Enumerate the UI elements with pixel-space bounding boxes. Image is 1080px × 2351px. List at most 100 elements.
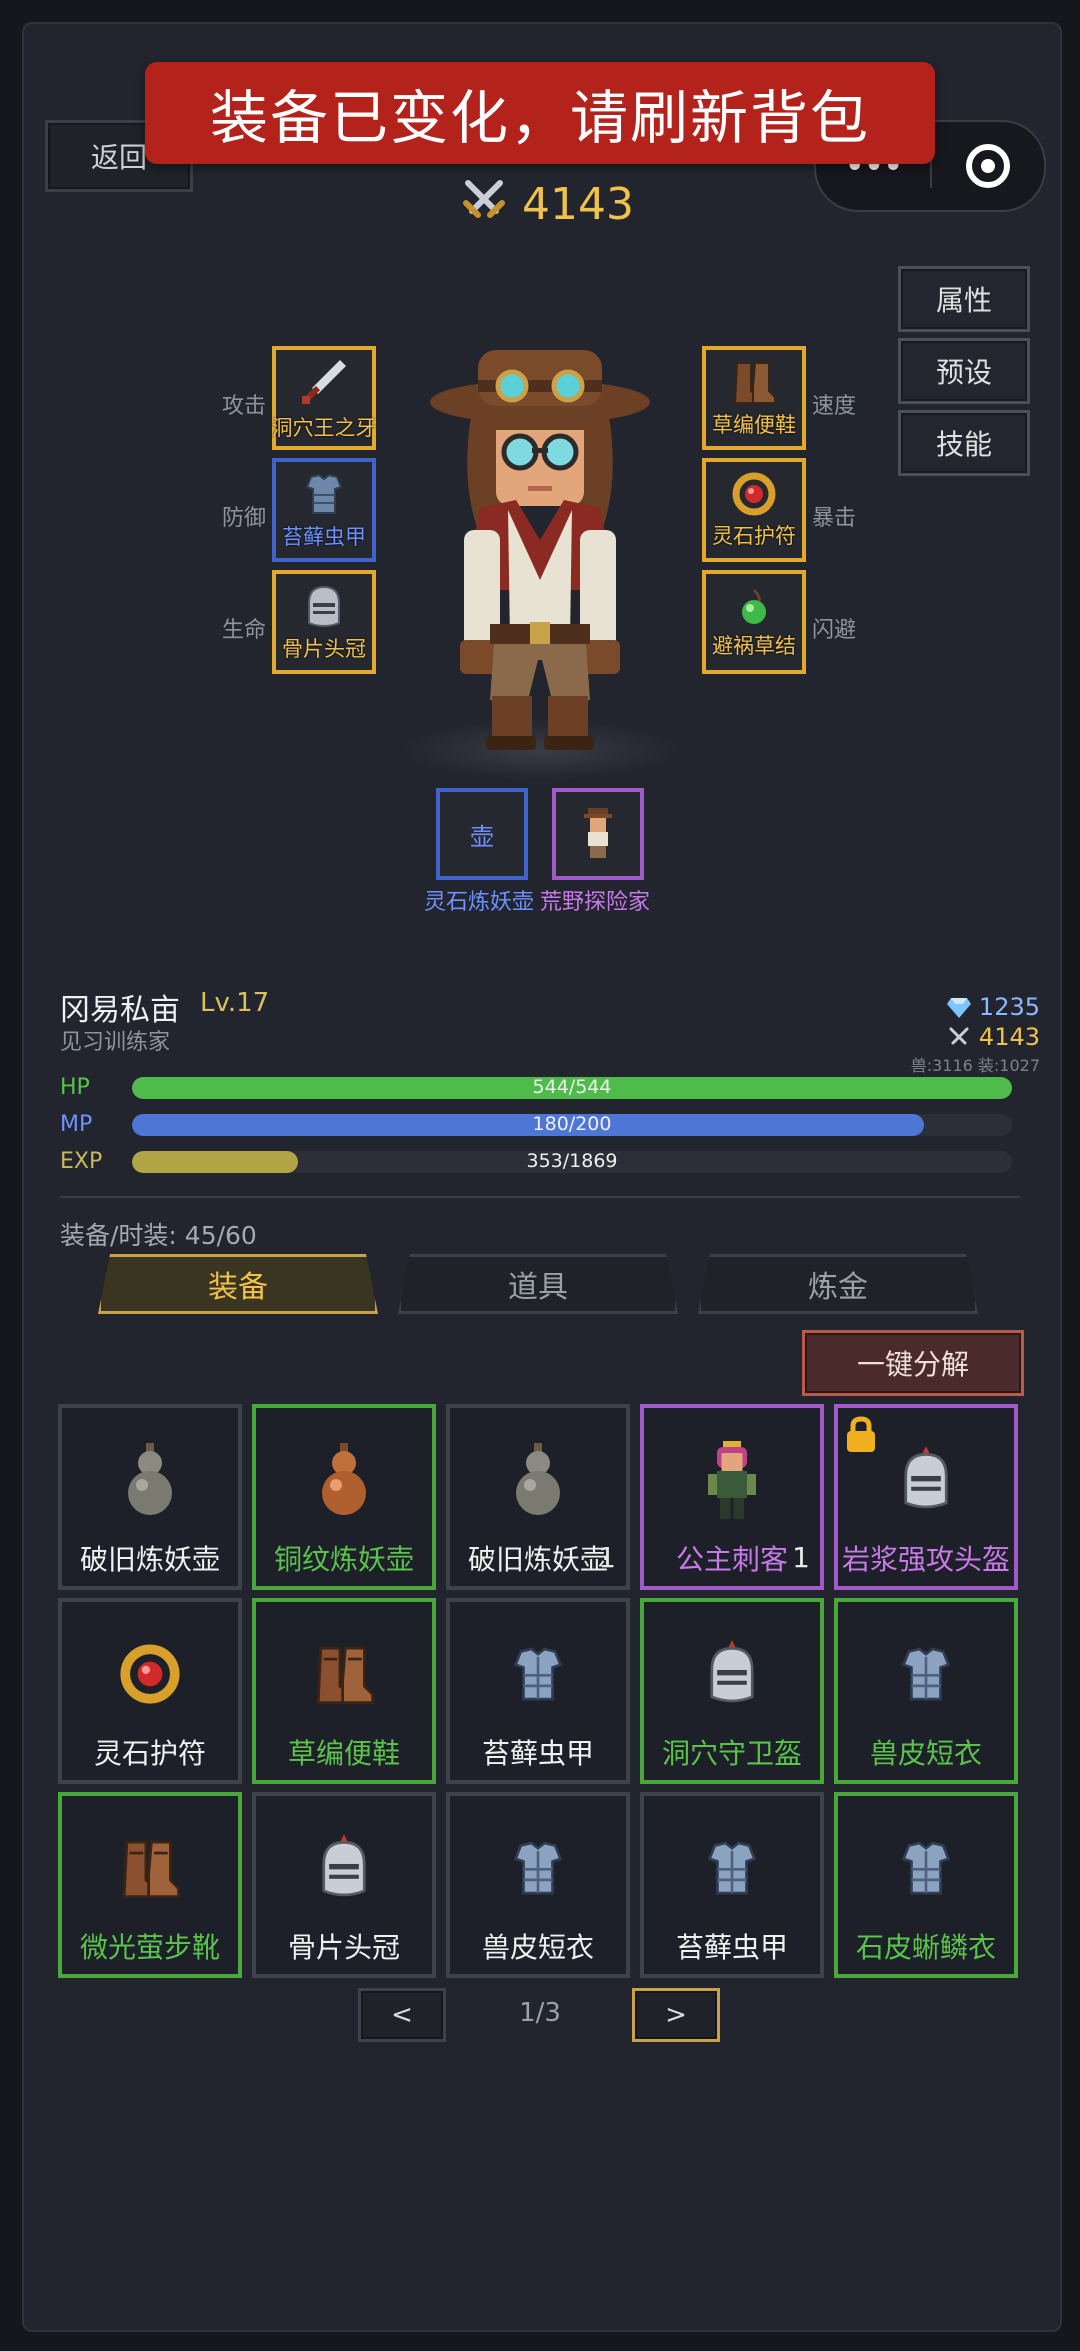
- item-name: 灵石护符: [93, 1737, 206, 1770]
- hero-sprite: [430, 350, 650, 750]
- assassin-icon: [686, 1434, 778, 1526]
- equip-slot-charm[interactable]: 避祸草结: [702, 570, 806, 674]
- item-name: 岩浆强攻头盔: [841, 1543, 1010, 1576]
- diamond-icon: [946, 998, 971, 1018]
- tab-alchemy[interactable]: 炼金: [698, 1254, 978, 1314]
- inventory-item[interactable]: 灵石护符: [58, 1598, 242, 1784]
- lock-icon: [844, 1416, 878, 1458]
- equip-slot-helmet[interactable]: 骨片头冠: [272, 570, 376, 674]
- item-name: 铜纹炼妖壶: [273, 1543, 414, 1576]
- slot-item-name: 苔藓虫甲: [282, 525, 366, 549]
- power-value: 4143: [522, 179, 634, 230]
- skills-button[interactable]: 技能: [898, 410, 1030, 476]
- inventory-item[interactable]: 骨片头冠: [252, 1792, 436, 1978]
- bar-label-mp: MP: [60, 1112, 93, 1137]
- gourd-grey-icon: [104, 1434, 196, 1526]
- bar-value-hp: 544/544: [532, 1076, 612, 1098]
- inventory-item[interactable]: 岩浆强攻头盔: [834, 1404, 1018, 1590]
- slot-label-defense: 防御: [222, 506, 267, 531]
- player-name: 冈易私亩: [60, 993, 180, 1028]
- inventory-item[interactable]: 兽皮短衣: [446, 1792, 630, 1978]
- player-power: 4143: [947, 1023, 1040, 1051]
- inventory-item[interactable]: 兽皮短衣: [834, 1598, 1018, 1784]
- helmet-icon: [308, 585, 340, 627]
- inventory-item[interactable]: 苔藓虫甲: [446, 1598, 630, 1784]
- armor-icon: [686, 1822, 778, 1914]
- power-display: 4143: [460, 175, 634, 234]
- bar-label-hp: HP: [60, 1075, 90, 1100]
- equip-slot-armor[interactable]: 苔藓虫甲: [272, 458, 376, 562]
- slot-item-name: 草编便鞋: [712, 413, 796, 437]
- boots-icon: [298, 1628, 390, 1720]
- item-name: 石皮蜥鳞衣: [855, 1931, 996, 1964]
- item-name: 骨片头冠: [287, 1931, 400, 1964]
- armor-icon: [305, 473, 343, 514]
- divider: [60, 1196, 1020, 1198]
- gourd-grey-icon: [492, 1434, 584, 1526]
- next-page-button[interactable]: >: [632, 1988, 720, 2042]
- equip-slot-weapon[interactable]: 洞穴王之牙: [271, 346, 377, 450]
- slot-label-hp: 生命: [222, 618, 267, 643]
- bar-label-exp: EXP: [60, 1149, 103, 1174]
- equip-slot-pet[interactable]: [552, 788, 644, 880]
- crossed-swords-icon: [460, 175, 508, 234]
- item-name: 破旧炼妖壶: [79, 1543, 220, 1576]
- armor-icon: [492, 1822, 584, 1914]
- toast-banner: 装备已变化，请刷新背包: [145, 62, 935, 164]
- helmet-icon: [298, 1822, 390, 1914]
- explorer-pet-icon: [584, 808, 612, 858]
- prev-page-button[interactable]: <: [358, 1988, 446, 2042]
- bar-value-exp: 353/1869: [526, 1150, 618, 1172]
- player-level: Lv.17: [200, 988, 270, 1018]
- armor-icon: [492, 1628, 584, 1720]
- tab-items[interactable]: 道具: [398, 1254, 678, 1314]
- player-title: 见习训练家: [60, 1030, 171, 1055]
- item-name: 苔藓虫甲: [675, 1931, 788, 1964]
- inventory-item[interactable]: 微光萤步靴: [58, 1792, 242, 1978]
- helmet-icon: [880, 1434, 972, 1526]
- item-name: 草编便鞋: [287, 1737, 400, 1770]
- equip-slot-cauldron[interactable]: 壶: [436, 788, 528, 880]
- preset-button[interactable]: 预设: [898, 338, 1030, 404]
- slot-item-name: 灵石护符: [712, 524, 796, 548]
- gem-count: 1235: [946, 993, 1040, 1021]
- slot-label-crit: 暴击: [812, 506, 857, 531]
- inventory-item[interactable]: 破旧炼妖壶: [58, 1404, 242, 1590]
- decompose-all-button[interactable]: 一键分解: [802, 1330, 1024, 1396]
- inventory-item[interactable]: 草编便鞋: [252, 1598, 436, 1784]
- power-breakdown: 兽:3116 装:1027: [910, 1056, 1040, 1075]
- inventory-item[interactable]: 破旧炼妖壶 1: [446, 1404, 630, 1590]
- item-quantity: 1: [792, 1541, 810, 1574]
- equip-slot-amulet[interactable]: 灵石护符: [702, 458, 806, 562]
- item-name: 兽皮短衣: [481, 1931, 594, 1964]
- item-name: 兽皮短衣: [869, 1737, 982, 1770]
- boots-icon: [104, 1822, 196, 1914]
- inventory-grid: 破旧炼妖壶 铜纹炼妖壶 破旧炼妖壶 1 公主刺客 1 岩浆强攻头盔 灵石护符 草编便鞋 苔藓虫甲洞…: [58, 1404, 1020, 1978]
- inventory-item[interactable]: 洞穴守卫盔: [640, 1598, 824, 1784]
- boots-icon: [733, 362, 776, 404]
- bar-value-mp: 180/200: [532, 1113, 612, 1135]
- inventory-item[interactable]: 公主刺客 1: [640, 1404, 824, 1590]
- inventory-count: 装备/时装: 45/60: [60, 1221, 257, 1250]
- item-name: 微光萤步靴: [79, 1931, 220, 1964]
- attributes-button[interactable]: 属性: [898, 266, 1030, 332]
- amulet-icon: [732, 472, 776, 516]
- herb-icon: [742, 588, 766, 624]
- inventory-item[interactable]: 苔藓虫甲: [640, 1792, 824, 1978]
- slot-label-speed: 速度: [812, 394, 857, 419]
- inventory-item[interactable]: 石皮蜥鳞衣: [834, 1792, 1018, 1978]
- tab-equipment[interactable]: 装备: [98, 1254, 378, 1314]
- close-target-icon[interactable]: [932, 144, 1044, 188]
- crossed-swords-icon: [949, 1027, 969, 1045]
- slot-item-name: 洞穴王之牙: [271, 416, 377, 440]
- sword-icon: [302, 360, 346, 404]
- cauldron-name: 灵石炼妖壶: [424, 890, 535, 915]
- amulet-icon: [104, 1628, 196, 1720]
- item-name: 洞穴守卫盔: [661, 1737, 802, 1770]
- inventory-item[interactable]: 铜纹炼妖壶: [252, 1404, 436, 1590]
- equip-slot-boots[interactable]: 草编便鞋: [702, 346, 806, 450]
- slot-item-name: 避祸草结: [712, 634, 796, 658]
- cauldron-glyph: 壶: [470, 822, 494, 851]
- armor-icon: [880, 1628, 972, 1720]
- slot-item-name: 骨片头冠: [282, 637, 366, 661]
